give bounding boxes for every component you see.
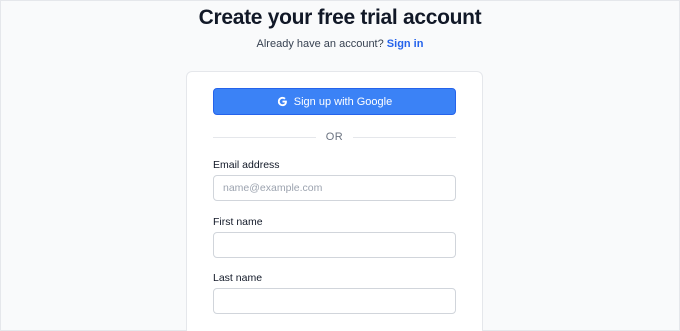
last-name-field[interactable] <box>213 288 456 314</box>
signup-page: Create your free trial account Already h… <box>0 0 680 331</box>
signin-prompt: Already have an account? Sign in <box>1 38 679 50</box>
signup-card: Sign up with Google OR Email address Fir… <box>186 71 483 331</box>
divider-line-left <box>213 136 316 138</box>
page-title: Create your free trial account <box>198 6 482 29</box>
email-label: Email address <box>213 159 280 171</box>
signin-prompt-text: Already have an account? <box>256 38 384 50</box>
email-field[interactable] <box>213 175 456 201</box>
last-name-label: Last name <box>213 272 263 284</box>
divider-text: OR <box>325 131 344 143</box>
first-name-label: First name <box>213 216 263 228</box>
divider-line-right <box>353 136 456 138</box>
first-name-field[interactable] <box>213 232 456 258</box>
or-divider: OR <box>213 130 456 144</box>
signin-link[interactable]: Sign in <box>387 38 424 50</box>
google-signup-label: Sign up with Google <box>293 95 393 108</box>
google-signup-button[interactable]: Sign up with Google <box>213 88 456 115</box>
google-g-icon <box>277 96 288 107</box>
